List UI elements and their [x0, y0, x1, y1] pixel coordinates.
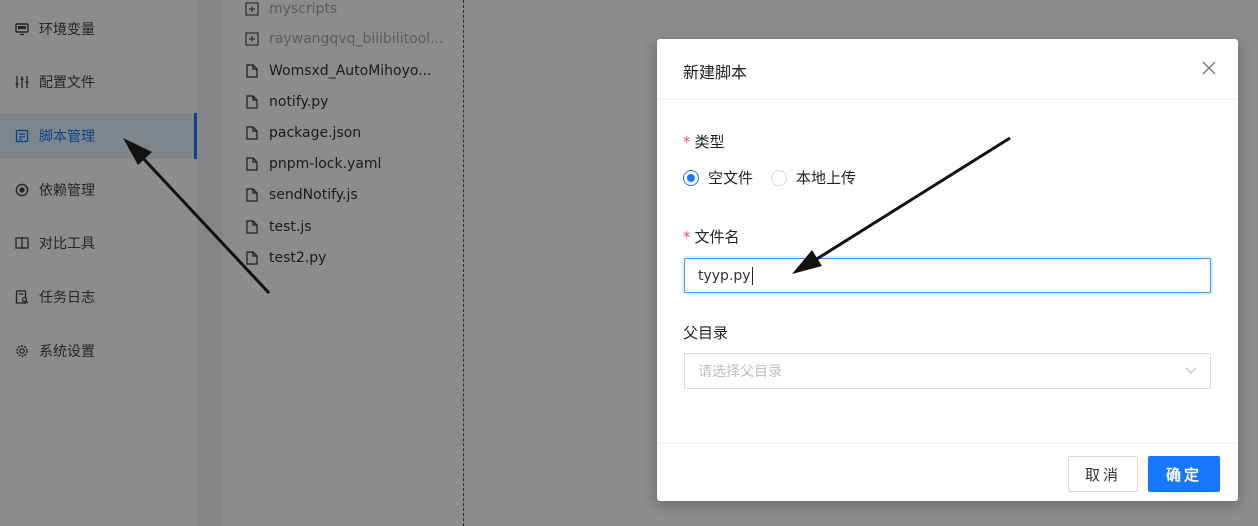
filename-value: tyyp.py: [698, 267, 751, 284]
radio-empty-file[interactable]: 空文件: [683, 167, 753, 188]
required-mark: *: [683, 228, 691, 246]
radio-local-upload[interactable]: 本地上传: [771, 167, 856, 188]
filename-label-text: 文件名: [694, 228, 740, 246]
type-label-text: 类型: [694, 133, 725, 151]
cancel-button[interactable]: 取消: [1068, 456, 1138, 492]
type-radio-group: 空文件 本地上传: [683, 167, 874, 188]
modal-title: 新建脚本: [683, 63, 748, 82]
type-label: * 类型: [683, 131, 725, 152]
radio-checked-icon[interactable]: [683, 169, 699, 186]
radio-unchecked-icon[interactable]: [771, 169, 788, 186]
modal-header: 新建脚本: [657, 39, 1238, 100]
required-mark: *: [683, 133, 691, 151]
radio-label: 本地上传: [796, 169, 857, 187]
parent-dir-placeholder: 请选择父目录: [698, 364, 782, 380]
filename-input[interactable]: tyyp.py: [684, 258, 1211, 293]
parent-dir-select[interactable]: 请选择父目录: [684, 353, 1211, 389]
filename-label: * 文件名: [683, 226, 740, 247]
chevron-down-icon[interactable]: [1185, 363, 1197, 379]
text-caret: [751, 266, 753, 285]
ok-button[interactable]: 确定: [1148, 456, 1220, 492]
close-icon[interactable]: [1198, 57, 1220, 79]
parent-dir-label: 父目录: [683, 324, 729, 342]
radio-label: 空文件: [708, 169, 754, 187]
new-script-modal: 新建脚本 * 类型 空文件 本地上传 * 文件名 tyyp.py 父目录 请选择父目…: [657, 39, 1238, 501]
modal-footer: 取消 确定: [657, 443, 1238, 501]
